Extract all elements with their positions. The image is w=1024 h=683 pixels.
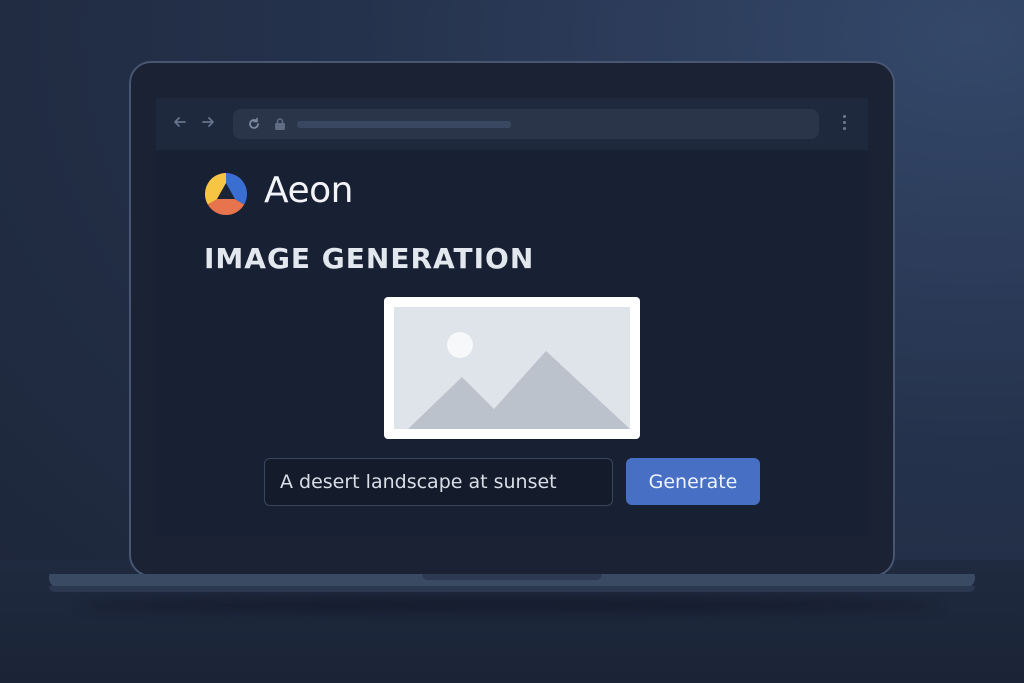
back-arrow-icon[interactable] — [170, 112, 190, 132]
laptop-shadow — [80, 598, 940, 612]
aeon-logo-icon — [204, 172, 248, 216]
browser-toolbar — [156, 98, 868, 150]
url-text-placeholder — [297, 121, 511, 128]
image-preview — [384, 297, 640, 439]
prompt-input[interactable] — [264, 458, 613, 506]
brand-name: Aeon — [264, 170, 353, 211]
more-vert-icon[interactable] — [838, 112, 850, 134]
laptop-base-edge — [49, 586, 975, 592]
page-title: IMAGE GENERATION — [204, 242, 535, 275]
laptop-hinge-notch — [422, 574, 602, 580]
image-placeholder-icon — [394, 307, 630, 429]
reload-icon[interactable] — [245, 115, 263, 133]
browser-window: Aeon IMAGE GENERATION Generate — [156, 98, 868, 536]
generate-button[interactable]: Generate — [626, 458, 760, 505]
address-bar[interactable] — [233, 109, 819, 139]
lock-icon — [273, 117, 287, 131]
forward-arrow-icon[interactable] — [198, 112, 218, 132]
